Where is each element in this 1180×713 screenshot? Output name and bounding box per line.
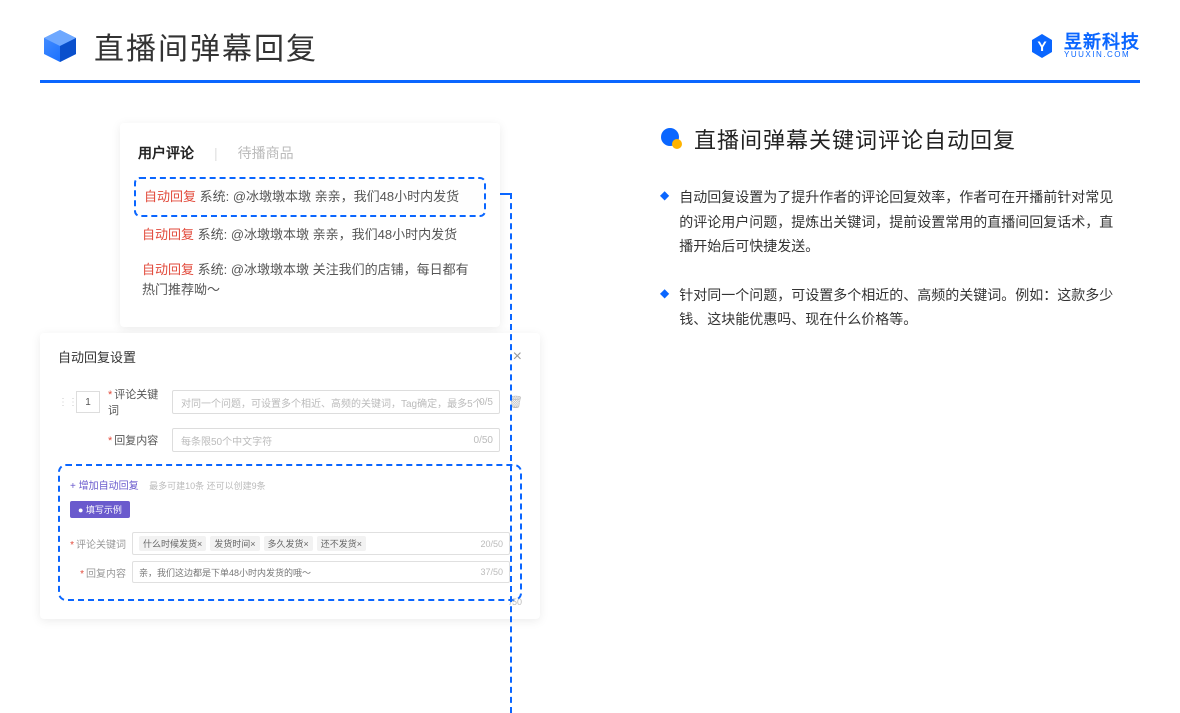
add-auto-reply-link[interactable]: + 增加自动回复 <box>70 481 139 492</box>
comments-card: 用户评论 | 待播商品 自动回复 系统: @冰墩墩本墩 亲亲，我们48小时内发货… <box>120 123 500 327</box>
svg-text:Y: Y <box>1037 38 1047 54</box>
cube-icon <box>40 26 80 66</box>
example-content-input[interactable]: 亲，我们这边都是下单48小时内发货的哦～ 37/50 <box>132 561 510 583</box>
close-icon[interactable]: × <box>513 348 522 366</box>
comment-item: 自动回复 系统: @冰墩墩本墩 关注我们的店铺，每日都有热门推荐呦～ <box>138 252 482 307</box>
keyword-input[interactable]: 对同一个问题，可设置多个相近、高频的关键词，Tag确定，最多5个 0/5 <box>172 390 500 414</box>
chat-icon <box>660 127 684 151</box>
example-box: + 增加自动回复 最多可建10条 还可以创建9条 ● 填写示例 *评论关键词 什… <box>58 464 522 601</box>
settings-title: 自动回复设置 <box>58 347 136 366</box>
comment-item-highlighted: 自动回复 系统: @冰墩墩本墩 亲亲，我们48小时内发货 <box>134 177 486 217</box>
drag-icon[interactable]: ⋮⋮ <box>58 397 68 408</box>
logo-en: YUUXIN.COM <box>1064 51 1140 59</box>
diamond-icon: ◆ <box>660 188 669 259</box>
example-badge: ● 填写示例 <box>70 501 130 518</box>
logo-cn: 昱新科技 <box>1064 33 1140 51</box>
page-title: 直播间弹幕回复 <box>94 24 318 68</box>
bullet-item: ◆ 自动回复设置为了提升作者的评论回复效率，作者可在开播前针对常见的评论用户问题… <box>660 185 1140 259</box>
tab-user-comments[interactable]: 用户评论 <box>138 143 194 163</box>
comment-item: 自动回复 系统: @冰墩墩本墩 亲亲，我们48小时内发货 <box>138 217 482 253</box>
section-title: 直播间弹幕关键词评论自动回复 <box>694 123 1016 155</box>
index-box: 1 <box>76 391 100 413</box>
settings-card: 自动回复设置 × ⋮⋮ 1 *评论关键词 对同一个问题，可设置多个相近、高频的关… <box>40 333 540 619</box>
bullet-item: ◆ 针对同一个问题，可设置多个相近的、高频的关键词。例如：这款多少钱、这块能优惠… <box>660 283 1140 332</box>
tab-pending-products[interactable]: 待播商品 <box>238 143 294 163</box>
content-input[interactable]: 每条限50个中文字符 0/50 <box>172 428 500 452</box>
logo: Y 昱新科技 YUUXIN.COM <box>1028 32 1140 60</box>
example-keyword-input[interactable]: 什么时候发货× 发货时间× 多久发货× 还不发货× 20/50 <box>132 532 510 555</box>
diamond-icon: ◆ <box>660 286 669 332</box>
